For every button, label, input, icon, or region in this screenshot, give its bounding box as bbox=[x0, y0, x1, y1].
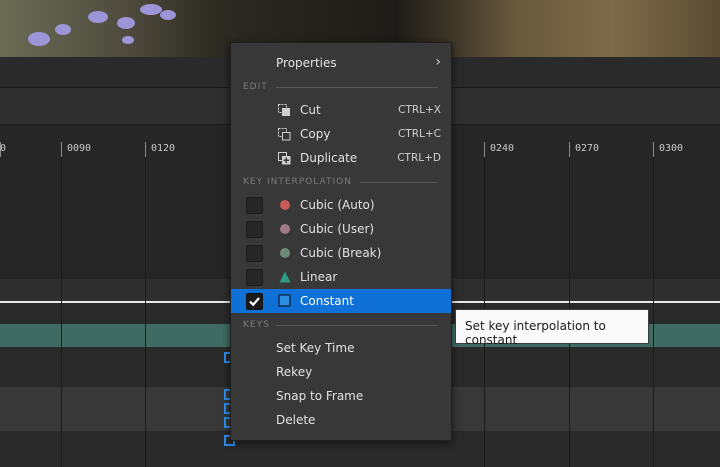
ruler-tick-label: 0120 bbox=[151, 143, 176, 154]
menu-item-linear[interactable]: Linear bbox=[231, 265, 451, 289]
grid-line bbox=[145, 157, 146, 467]
ruler-tick-label: 0270 bbox=[575, 143, 600, 154]
shortcut-label: CTRL+D bbox=[397, 152, 441, 164]
section-header-edit: EDIT bbox=[243, 82, 268, 92]
grid-line bbox=[653, 157, 654, 467]
section-header-key-interpolation: KEY INTERPOLATION bbox=[243, 177, 352, 187]
menu-item-label: Rekey bbox=[276, 365, 313, 379]
menu-item-constant[interactable]: Constant bbox=[231, 289, 451, 313]
menu-item-rekey[interactable]: Rekey bbox=[231, 360, 451, 384]
menu-item-label: Duplicate bbox=[300, 151, 358, 165]
shortcut-label: CTRL+X bbox=[398, 104, 441, 116]
copy-icon bbox=[278, 128, 291, 141]
section-header-keys: KEYS bbox=[243, 320, 270, 330]
menu-item-label: Properties bbox=[276, 56, 337, 70]
checkbox[interactable] bbox=[246, 221, 263, 238]
properties-menu-item[interactable]: Properties › bbox=[231, 51, 451, 75]
menu-item-label: Cubic (Auto) bbox=[300, 198, 375, 212]
section-divider bbox=[360, 182, 438, 183]
menu-item-cubic-auto[interactable]: Cubic (Auto) bbox=[231, 193, 451, 217]
circle-icon bbox=[280, 248, 290, 258]
square-icon bbox=[278, 294, 291, 307]
ruler-tick-label: 0 bbox=[0, 143, 7, 154]
circle-icon bbox=[280, 224, 290, 234]
checkbox-checked[interactable] bbox=[246, 293, 263, 310]
ruler-tick-label: 0240 bbox=[490, 143, 515, 154]
cut-icon bbox=[278, 104, 290, 116]
section-divider bbox=[276, 325, 438, 326]
circle-icon bbox=[280, 200, 290, 210]
menu-item-cut[interactable]: Cut CTRL+X bbox=[231, 98, 451, 122]
menu-item-label: Delete bbox=[276, 413, 316, 427]
checkbox[interactable] bbox=[246, 245, 263, 262]
menu-item-snap-to-frame[interactable]: Snap to Frame bbox=[231, 384, 451, 408]
menu-item-label: Copy bbox=[300, 127, 331, 141]
checkmark-icon bbox=[249, 297, 260, 307]
ruler-tick-label: 0300 bbox=[659, 143, 684, 154]
chevron-right-icon: › bbox=[435, 54, 441, 70]
menu-item-duplicate[interactable]: Duplicate CTRL+D bbox=[231, 146, 451, 170]
menu-item-label: Cut bbox=[300, 103, 321, 117]
checkbox[interactable] bbox=[246, 197, 263, 214]
duplicate-icon bbox=[278, 152, 291, 165]
menu-item-label: Cubic (User) bbox=[300, 222, 375, 236]
menu-item-label: Cubic (Break) bbox=[300, 246, 382, 260]
menu-item-label: Constant bbox=[300, 294, 354, 308]
menu-item-delete[interactable]: Delete bbox=[231, 408, 451, 432]
checkbox[interactable] bbox=[246, 269, 263, 286]
menu-item-set-key-time[interactable]: Set Key Time bbox=[231, 336, 451, 360]
menu-item-label: Linear bbox=[300, 270, 338, 284]
context-menu: Properties › EDIT Cut CTRL+X Copy CTRL+C… bbox=[230, 42, 452, 441]
triangle-icon bbox=[279, 271, 291, 283]
menu-item-copy[interactable]: Copy CTRL+C bbox=[231, 122, 451, 146]
menu-item-cubic-break[interactable]: Cubic (Break) bbox=[231, 241, 451, 265]
grid-line bbox=[61, 157, 62, 467]
tooltip-text: Set key interpolation to constant bbox=[465, 319, 606, 347]
menu-item-cubic-user[interactable]: Cubic (User) bbox=[231, 217, 451, 241]
shortcut-label: CTRL+C bbox=[397, 128, 441, 140]
tooltip: Set key interpolation to constant bbox=[455, 309, 649, 347]
menu-item-label: Set Key Time bbox=[276, 341, 355, 355]
ruler-tick-label: 0090 bbox=[67, 143, 92, 154]
section-divider bbox=[276, 87, 438, 88]
menu-item-label: Snap to Frame bbox=[276, 389, 364, 403]
